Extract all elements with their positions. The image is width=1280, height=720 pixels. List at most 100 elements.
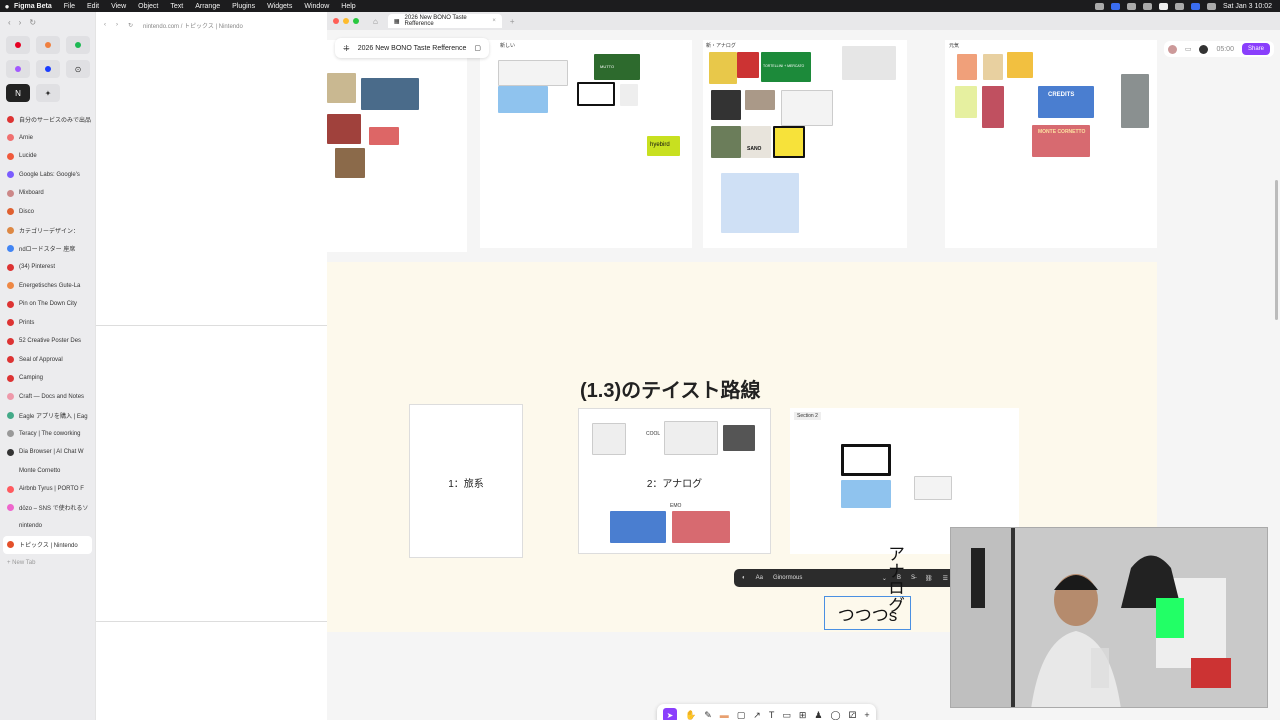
user-avatar[interactable] — [1167, 44, 1177, 54]
status-icon[interactable] — [1142, 2, 1152, 10]
move-tool-icon[interactable]: ➤ — [663, 708, 677, 720]
status-icon[interactable] — [1174, 2, 1184, 10]
reference-image[interactable] — [620, 84, 638, 106]
present-icon[interactable]: ▭ — [1185, 45, 1192, 53]
reference-image[interactable]: CREDITS — [1038, 86, 1094, 118]
notion-icon[interactable]: N — [6, 84, 30, 102]
menu-widgets[interactable]: Widgets — [267, 3, 292, 10]
sidebar-tab[interactable]: Craft — Docs and Notes — [0, 388, 95, 407]
share-button[interactable]: Share — [1241, 43, 1270, 55]
sidebar-tab-active[interactable]: トピックス | Nintendo — [3, 535, 92, 554]
sidebar-tab[interactable]: Energetisches Gute-La — [0, 277, 95, 296]
menu-window[interactable]: Window — [304, 3, 329, 10]
reference-image[interactable] — [841, 444, 891, 476]
shape-tool-icon[interactable]: ▢ — [737, 710, 746, 720]
sidebar-tab[interactable]: Pin on The Down City — [0, 295, 95, 314]
menu-object[interactable]: Object — [138, 3, 158, 10]
reference-image[interactable] — [957, 54, 977, 80]
reference-image[interactable] — [841, 480, 891, 508]
text-tool-icon[interactable]: T — [769, 710, 775, 720]
reload-icon[interactable]: ↻ — [29, 18, 36, 27]
reference-image[interactable] — [327, 73, 356, 103]
reference-image[interactable] — [498, 60, 568, 86]
reference-image[interactable] — [709, 52, 737, 84]
reference-image[interactable] — [361, 78, 419, 110]
avatar[interactable] — [1199, 44, 1209, 54]
sidebar-tab[interactable]: カテゴリーデザイン： — [0, 221, 95, 240]
reference-image[interactable] — [711, 90, 741, 120]
menu-file[interactable]: File — [64, 3, 75, 10]
hand-tool-icon[interactable]: ✋ — [685, 710, 696, 720]
section-heading[interactable]: (1.3)のテイスト路線 — [580, 374, 761, 403]
maximize-window-button[interactable] — [353, 18, 359, 24]
reference-image[interactable] — [982, 86, 1004, 128]
pinterest-icon[interactable] — [6, 36, 30, 54]
reference-image[interactable] — [955, 86, 977, 118]
minimize-window-button[interactable] — [343, 18, 349, 24]
zoom-level[interactable]: 05:00 — [1216, 46, 1234, 53]
sidebar-tab[interactable]: dōzo – SNS で使われるソ — [0, 499, 95, 518]
reference-image[interactable] — [842, 46, 896, 80]
sidebar-tab[interactable]: 52 Creative Poster Des — [0, 332, 95, 351]
menu-app[interactable]: Figma Beta — [14, 3, 52, 10]
app-icon[interactable] — [36, 60, 60, 78]
sidebar-toggle-icon[interactable]: ▢ — [474, 44, 481, 52]
close-window-button[interactable] — [333, 18, 339, 24]
frame-analog[interactable]: 新・アナログ TORTELLINI + MERCATO SANO — [703, 40, 907, 248]
reference-image[interactable] — [781, 90, 833, 126]
reference-image[interactable] — [610, 511, 666, 543]
reference-image[interactable] — [737, 52, 759, 78]
sidebar-tab[interactable]: Eagle アプリを購入 | Eag — [0, 406, 95, 425]
list-icon[interactable]: ☰ — [943, 575, 948, 582]
new-tab-button[interactable]: + New Tab — [0, 554, 95, 573]
reference-image[interactable]: MUTTO — [594, 54, 640, 80]
link-icon[interactable]: ⛓ — [925, 575, 933, 582]
sidebar-tab[interactable]: Seal of Approval — [0, 351, 95, 370]
menu-plugins[interactable]: Plugins — [232, 3, 255, 10]
back-icon[interactable]: ‹ — [104, 22, 106, 28]
sidebar-tab[interactable]: Arnie — [0, 129, 95, 148]
sidebar-tab[interactable]: Lucide — [0, 147, 95, 166]
sidebar-tab[interactable]: Airbnb Tyrus | PORTO F — [0, 480, 95, 499]
sidebar-tab[interactable]: Disco — [0, 203, 95, 222]
connector-tool-icon[interactable]: ↗ — [753, 710, 761, 720]
forward-icon[interactable]: › — [19, 18, 22, 27]
table-tool-icon[interactable]: ⊞ — [799, 710, 807, 720]
vertical-text[interactable]: アナログ — [882, 545, 904, 620]
reference-image[interactable] — [664, 421, 718, 455]
status-icon[interactable] — [1158, 2, 1168, 10]
font-size-control[interactable]: Aa — [756, 575, 763, 581]
file-header[interactable]: ⁜ 2026 New BONO Taste Refference ▢ — [335, 38, 490, 58]
figma-icon[interactable] — [6, 60, 30, 78]
menu-arrange[interactable]: Arrange — [195, 3, 220, 10]
reference-image[interactable] — [711, 126, 741, 158]
sidebar-tab[interactable]: Prints — [0, 314, 95, 333]
sidebar-tab[interactable]: 自分のサービスのみで出品 — [0, 110, 95, 129]
menu-help[interactable]: Help — [341, 3, 355, 10]
sidebar-tab[interactable]: Google Labs: Google's — [0, 166, 95, 185]
frame-new[interactable]: 新しい MUTTO hyebird — [480, 40, 692, 248]
reference-image[interactable] — [672, 511, 730, 543]
reference-image[interactable] — [369, 127, 399, 145]
frame-tool-icon[interactable]: ▭ — [782, 710, 791, 720]
pen-tool-icon[interactable]: ✎ — [704, 710, 712, 720]
sidebar-tab[interactable]: (34) Pinterest — [0, 258, 95, 277]
sidebar-tab[interactable]: Monte Cornetto — [0, 462, 95, 481]
apple-icon[interactable]: ● — [0, 2, 14, 11]
reference-image[interactable]: hyebird — [647, 136, 680, 156]
frame-genki[interactable]: 元気 CREDITS MONTE CORNETTO — [945, 40, 1157, 248]
color-picker-icon[interactable]: ◐ — [742, 575, 746, 581]
menu-text[interactable]: Text — [170, 3, 183, 10]
url-bar[interactable]: ‹ › ↻ nintendo.com / トピックス | Nintendo — [96, 12, 328, 38]
home-icon[interactable]: ⌂ — [373, 17, 378, 26]
app-icon[interactable]: ✦ — [36, 84, 60, 102]
reference-image[interactable] — [592, 423, 626, 455]
wifi-icon[interactable] — [1206, 2, 1216, 10]
back-icon[interactable]: ‹ — [8, 18, 11, 27]
reference-image[interactable] — [745, 90, 775, 110]
card-analog[interactable]: COOL 2：アナログ EMO — [578, 408, 771, 554]
sidebar-tab[interactable]: Dia Browser | AI Chat W — [0, 443, 95, 462]
reference-image[interactable] — [723, 425, 755, 451]
menu-view[interactable]: View — [111, 3, 126, 10]
lasso-tool-icon[interactable]: ◯ — [830, 710, 840, 720]
